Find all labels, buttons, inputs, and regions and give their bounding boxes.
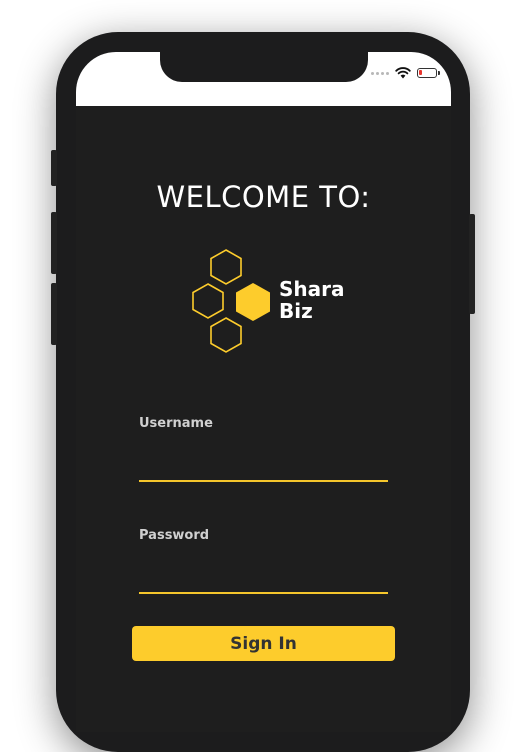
status-icons (371, 67, 440, 79)
silent-switch (51, 150, 57, 186)
battery-icon (417, 68, 440, 78)
logo-line-1: Shara (279, 277, 345, 301)
wifi-icon (395, 67, 411, 79)
sign-in-button[interactable]: Sign In (132, 626, 395, 661)
volume-down-button (51, 283, 57, 345)
welcome-title: WELCOME TO: (156, 180, 371, 214)
signal-dots-icon (371, 71, 389, 75)
battery-level (419, 70, 422, 75)
app-screen: WELCOME TO: Shara Biz Username Password … (76, 52, 451, 732)
volume-up-button (51, 212, 57, 274)
password-label: Password (139, 528, 210, 543)
sharabiz-logo: Shara Biz (188, 246, 358, 356)
device-notch (160, 52, 368, 82)
logo-line-2: Biz (279, 299, 313, 323)
status-bar (76, 52, 451, 106)
username-label: Username (139, 416, 213, 431)
logo-wordmark: Shara Biz (279, 278, 345, 322)
password-input[interactable] (139, 566, 388, 594)
power-button (469, 214, 475, 314)
username-input[interactable] (139, 454, 388, 482)
honeycomb-logo-icon (192, 249, 270, 353)
